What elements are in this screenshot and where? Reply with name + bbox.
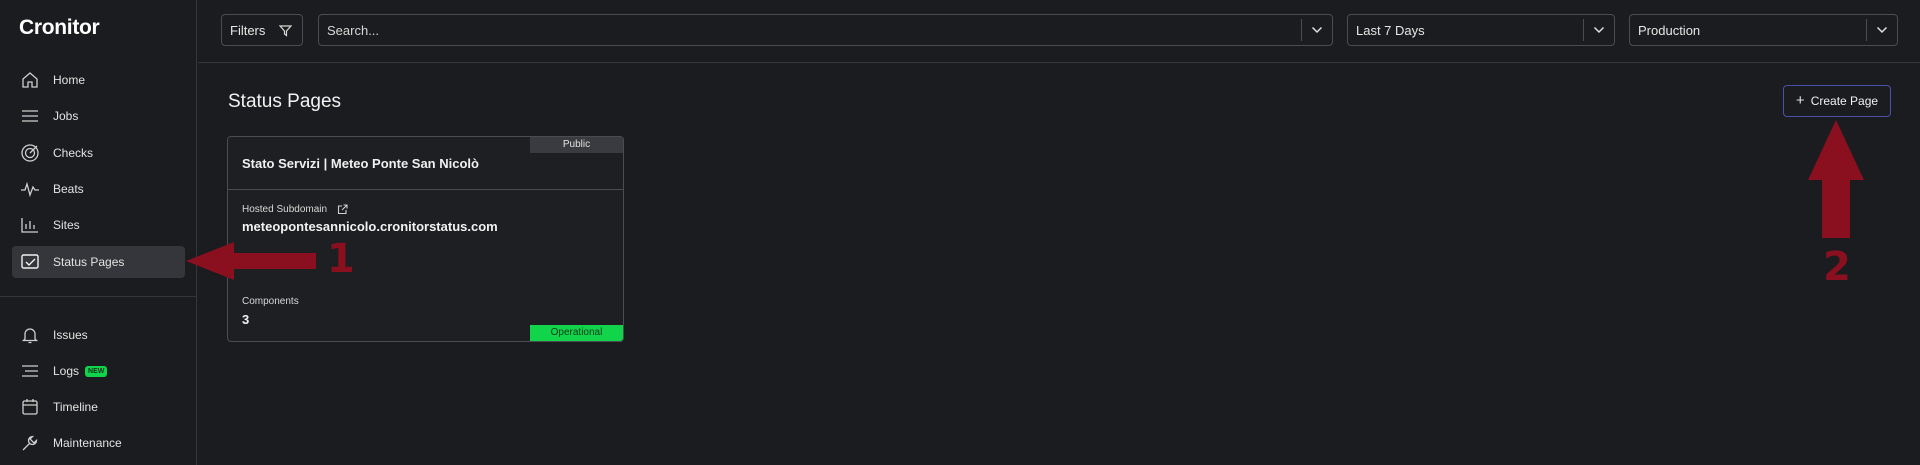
chevron-down-icon[interactable] [1867,26,1897,34]
sidebar-item-label: Timeline [53,400,98,414]
sidebar-item-checks[interactable]: Checks [12,137,185,169]
plus-icon: + [1795,92,1805,109]
search-input[interactable]: Search... [318,14,1333,46]
new-badge: NEW [85,365,108,377]
target-icon [19,142,41,164]
home-icon [19,69,41,91]
filters-button[interactable]: Filters [221,14,303,46]
components-label: Components [242,296,299,307]
pulse-icon [19,178,41,200]
sidebar-item-label: Beats [53,182,84,196]
date-range-select[interactable]: Last 7 Days [1347,14,1615,46]
status-page-icon [19,251,41,273]
bar-chart-icon [19,214,41,236]
sidebar-item-label: Sites [53,218,80,232]
create-page-label: Create Page [1810,94,1879,108]
list-icon [19,105,41,127]
create-page-button[interactable]: + Create Page [1783,85,1891,117]
annotation-number-2: 2 [1823,244,1851,290]
environment-value: Production [1638,22,1701,38]
status-page-title[interactable]: Stato Servizi | Meteo Ponte San Nicolò [242,156,479,171]
sidebar-item-label: Status Pages [53,255,125,269]
sidebar-item-issues[interactable]: Issues [12,319,185,351]
components-count: 3 [242,312,250,327]
environment-select[interactable]: Production [1629,14,1898,46]
search-placeholder: Search... [327,22,380,38]
status-badge: Operational [530,325,623,341]
filters-label: Filters [230,22,266,38]
bell-icon [19,324,41,346]
sidebar-item-maintenance[interactable]: Maintenance [12,427,185,459]
sidebar-item-status-pages[interactable]: Status Pages [12,246,185,278]
hosted-subdomain-label-text: Hosted Subdomain [242,204,328,215]
chevron-down-icon[interactable] [1584,26,1614,34]
sidebar-item-label: Jobs [53,109,79,123]
sidebar-item-jobs[interactable]: Jobs [12,100,185,132]
annotation-arrow-left [186,242,316,280]
hosted-subdomain-label: Hosted Subdomain [242,204,348,215]
sidebar-item-beats[interactable]: Beats [12,173,185,205]
wrench-icon [19,432,41,454]
external-link-icon[interactable] [337,204,348,215]
sidebar-divider [0,296,197,297]
sidebar-item-label: Logs [53,364,80,378]
visibility-badge: Public [530,137,623,153]
sidebar-item-label: Checks [53,146,94,160]
chevron-down-icon[interactable] [1302,26,1332,34]
logs-icon [19,360,41,382]
calendar-icon [19,396,41,418]
sidebar-item-label: Home [53,73,86,87]
hosted-subdomain-link[interactable]: meteopontesannicolo.cronitorstatus.com [242,219,498,234]
cronitor-logo[interactable]: Cronitor [19,16,100,40]
annotation-arrow-up [1808,120,1864,238]
sidebar-item-timeline[interactable]: Timeline [12,391,185,423]
page-title: Status Pages [228,91,342,112]
funnel-icon [279,24,293,37]
sidebar-item-label: Issues [53,328,88,342]
sidebar-item-label: Maintenance [53,436,122,450]
sidebar-item-logs[interactable]: Logs NEW [12,355,185,387]
card-divider [228,189,623,190]
annotation-number-1: 1 [327,236,355,282]
top-bar: Filters Search... Last 7 Days Production [198,0,1920,63]
sidebar-item-home[interactable]: Home [12,64,185,96]
sidebar: Cronitor Home Jobs Checks Beats Sites St… [0,0,197,465]
date-range-value: Last 7 Days [1356,22,1425,38]
status-page-card[interactable]: Public Stato Servizi | Meteo Ponte San N… [227,136,624,342]
sidebar-item-sites[interactable]: Sites [12,209,185,241]
